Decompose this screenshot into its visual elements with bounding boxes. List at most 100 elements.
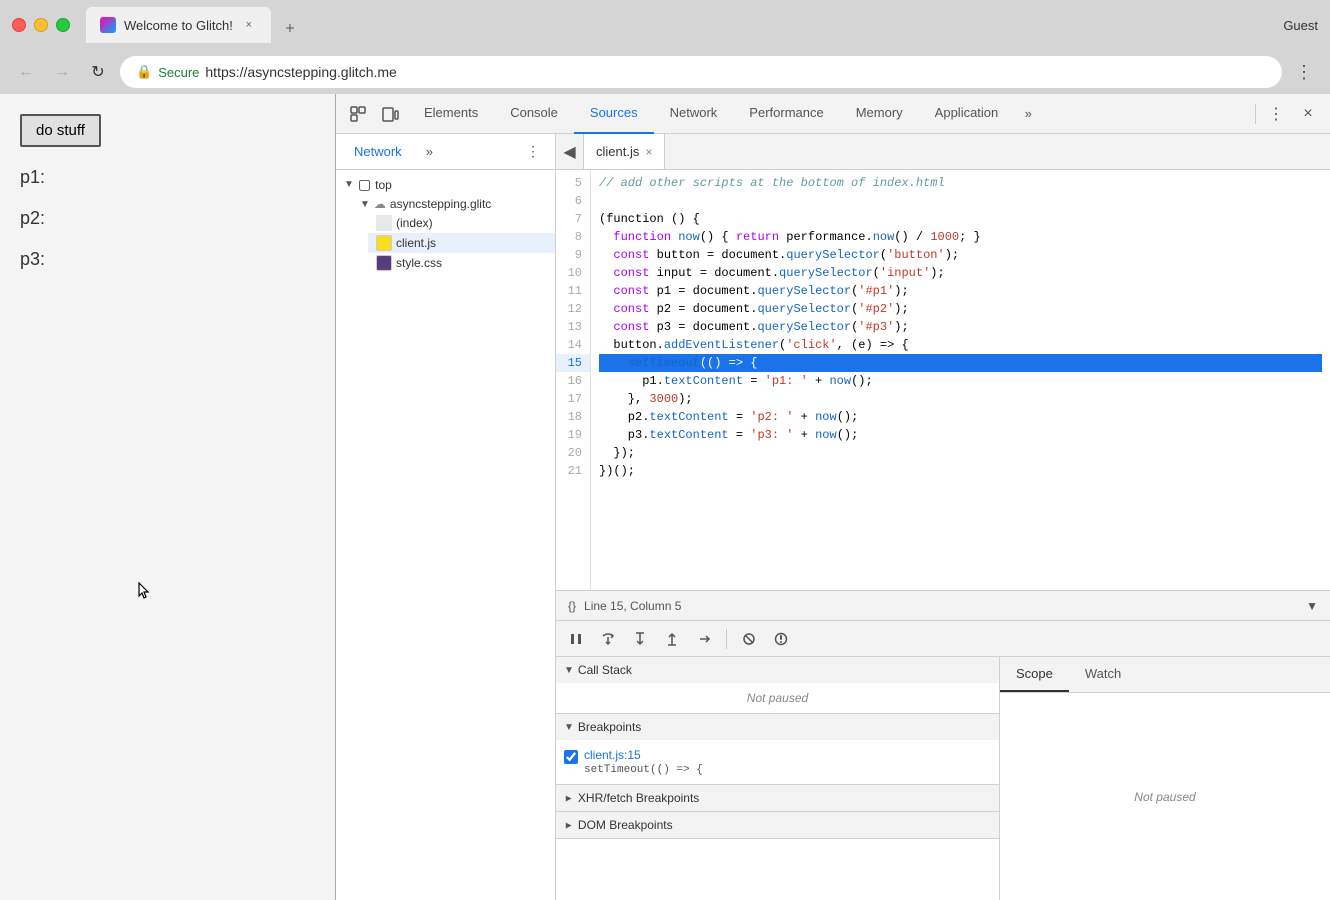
devtools-settings-button[interactable]: ⋮ bbox=[1262, 100, 1290, 128]
address-input[interactable]: 🔒 Secure https://asyncstepping.glitch.me bbox=[120, 56, 1282, 88]
tab-application[interactable]: Application bbox=[919, 94, 1015, 134]
more-tabs-button[interactable]: » bbox=[1014, 94, 1042, 134]
collapse-bp-icon: ▼ bbox=[564, 722, 574, 733]
line-19: 19 bbox=[556, 426, 590, 444]
tab-close-button[interactable]: × bbox=[241, 17, 257, 33]
tree-label-top: top bbox=[375, 178, 392, 192]
sources-toolbar-menu[interactable]: ⋮ bbox=[519, 138, 547, 166]
forward-button[interactable]: → bbox=[48, 58, 76, 86]
code-editor[interactable]: 5 6 7 8 9 10 11 12 13 14 15 16 17 18 bbox=[556, 170, 1330, 590]
breakpoints-label: Breakpoints bbox=[578, 720, 641, 734]
devtools-main-toolbar: Elements Console Sources Network Perform… bbox=[336, 94, 1330, 134]
step-into-button[interactable] bbox=[628, 627, 652, 651]
tree-item-domain[interactable]: ▼ ☁ asyncstepping.glitc bbox=[352, 195, 555, 213]
dom-breakpoints-header[interactable]: ▼ DOM Breakpoints bbox=[556, 812, 999, 838]
tab-sources[interactable]: Sources bbox=[574, 94, 654, 134]
step-over-button[interactable] bbox=[596, 627, 620, 651]
tab-console[interactable]: Console bbox=[494, 94, 574, 134]
breakpoint-code: setTimeout(() => { bbox=[584, 764, 703, 776]
xhr-breakpoints-section: ▼ XHR/fetch Breakpoints bbox=[556, 785, 999, 812]
statusbar-right[interactable]: ▼ bbox=[1306, 599, 1318, 613]
p1-label: p1: bbox=[20, 167, 315, 188]
pause-on-exceptions-button[interactable] bbox=[769, 627, 793, 651]
browser-menu-button[interactable]: ⋮ bbox=[1290, 58, 1318, 86]
code-line-7: (function () { bbox=[599, 210, 1322, 228]
sources-left-panel: Network » ⋮ ▼ ▢ top ▼ ☁ bbox=[336, 134, 556, 900]
back-button[interactable]: ← bbox=[12, 58, 40, 86]
new-tab-button[interactable] bbox=[275, 13, 305, 43]
close-window-button[interactable] bbox=[12, 18, 26, 32]
code-line-15: setTimeout(() => { bbox=[599, 354, 1322, 372]
breakpoints-section: ▼ Breakpoints client.js:15 setTimeout(()… bbox=[556, 714, 999, 785]
browser-tab[interactable]: Welcome to Glitch! × bbox=[86, 7, 271, 43]
devtools-body: Network » ⋮ ▼ ▢ top ▼ ☁ bbox=[336, 134, 1330, 900]
sources-network-tab[interactable]: Network bbox=[344, 140, 412, 163]
address-bar: ← → ↻ 🔒 Secure https://asyncstepping.gli… bbox=[0, 50, 1330, 94]
xhr-breakpoints-header[interactable]: ▼ XHR/fetch Breakpoints bbox=[556, 785, 999, 811]
tab-elements[interactable]: Elements bbox=[408, 94, 494, 134]
pause-resume-button[interactable] bbox=[564, 627, 588, 651]
tree-item-top[interactable]: ▼ ▢ top bbox=[336, 174, 555, 195]
tree-item-stylecss[interactable]: style.css bbox=[368, 253, 555, 273]
expand-dom-icon: ▼ bbox=[563, 820, 574, 830]
p3-label: p3: bbox=[20, 249, 315, 270]
file-icon-js bbox=[376, 235, 392, 251]
line-21: 21 bbox=[556, 462, 590, 480]
deactivate-breakpoints-button[interactable] bbox=[737, 627, 761, 651]
line-7: 7 bbox=[556, 210, 590, 228]
minimize-window-button[interactable] bbox=[34, 18, 48, 32]
tab-performance[interactable]: Performance bbox=[733, 94, 839, 134]
tree-label-clientjs: client.js bbox=[396, 236, 436, 250]
device-toolbar-button[interactable] bbox=[376, 100, 404, 128]
code-line-12: const p2 = document.querySelector('#p2')… bbox=[599, 300, 1322, 318]
line-12: 12 bbox=[556, 300, 590, 318]
line-5: 5 bbox=[556, 174, 590, 192]
code-line-20: }); bbox=[599, 444, 1322, 462]
step-out-button[interactable] bbox=[660, 627, 684, 651]
tree-item-index[interactable]: (index) bbox=[368, 213, 555, 233]
traffic-lights bbox=[12, 18, 70, 32]
code-line-8: function now() { return performance.now(… bbox=[599, 228, 1322, 246]
tab-title: Welcome to Glitch! bbox=[124, 18, 233, 33]
file-tabs-bar: ◀ client.js × bbox=[556, 134, 1330, 170]
tab-memory[interactable]: Memory bbox=[840, 94, 919, 134]
file-tab-close[interactable]: × bbox=[645, 145, 652, 159]
watch-tab[interactable]: Watch bbox=[1069, 657, 1137, 692]
editor-statusbar: {} Line 15, Column 5 ▼ bbox=[556, 590, 1330, 620]
file-icon-css bbox=[376, 255, 392, 271]
scope-tab[interactable]: Scope bbox=[1000, 657, 1069, 692]
tab-network[interactable]: Network bbox=[654, 94, 734, 134]
code-line-11: const p1 = document.querySelector('#p1')… bbox=[599, 282, 1322, 300]
tree-item-clientjs[interactable]: client.js bbox=[368, 233, 555, 253]
code-line-10: const input = document.querySelector('in… bbox=[599, 264, 1322, 282]
element-picker-button[interactable] bbox=[344, 100, 372, 128]
breakpoints-content: client.js:15 setTimeout(() => { bbox=[556, 740, 999, 784]
devtools-close-button[interactable]: × bbox=[1294, 100, 1322, 128]
sources-more-tab[interactable]: » bbox=[416, 140, 443, 163]
line-15: 15 bbox=[556, 354, 590, 372]
breakpoint-item: client.js:15 setTimeout(() => { bbox=[564, 744, 991, 780]
devtools-panel: Elements Console Sources Network Perform… bbox=[335, 94, 1330, 900]
folder-icon: ▢ bbox=[358, 176, 371, 193]
breakpoint-checkbox[interactable] bbox=[564, 750, 578, 764]
line-20: 20 bbox=[556, 444, 590, 462]
code-line-5: // add other scripts at the bottom of in… bbox=[599, 174, 1322, 192]
xhr-breakpoints-label: XHR/fetch Breakpoints bbox=[578, 791, 699, 805]
line-10: 10 bbox=[556, 264, 590, 282]
code-line-17: }, 3000); bbox=[599, 390, 1322, 408]
code-line-19: p3.textContent = 'p3: ' + now(); bbox=[599, 426, 1322, 444]
code-content[interactable]: // add other scripts at the bottom of in… bbox=[591, 170, 1330, 590]
debug-panel: ▼ Call Stack Not paused ▼ Breakpoints bbox=[556, 620, 1330, 900]
line-9: 9 bbox=[556, 246, 590, 264]
step-button[interactable] bbox=[692, 627, 716, 651]
mouse-cursor bbox=[138, 582, 150, 600]
navigate-back-button[interactable]: ◀ bbox=[556, 134, 584, 169]
debug-right-panel: Scope Watch Not paused bbox=[1000, 657, 1330, 900]
refresh-button[interactable]: ↻ bbox=[84, 58, 112, 86]
breakpoints-header[interactable]: ▼ Breakpoints bbox=[556, 714, 999, 740]
call-stack-header[interactable]: ▼ Call Stack bbox=[556, 657, 999, 683]
maximize-window-button[interactable] bbox=[56, 18, 70, 32]
file-tab-clientjs[interactable]: client.js × bbox=[584, 134, 665, 169]
do-stuff-button[interactable]: do stuff bbox=[20, 114, 101, 147]
guest-label: Guest bbox=[1283, 18, 1318, 33]
